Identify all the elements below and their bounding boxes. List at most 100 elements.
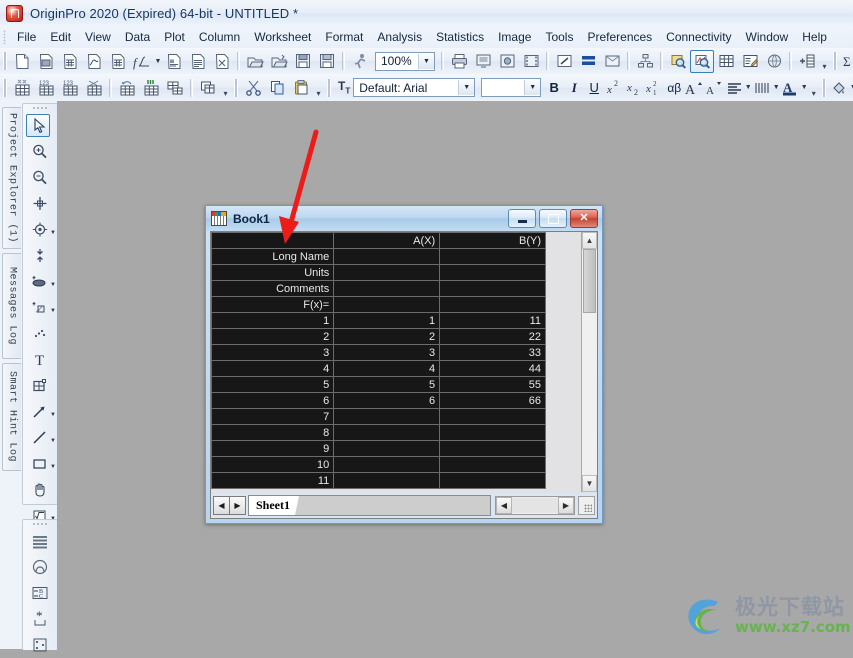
new-function-plot-icon[interactable]: f (130, 50, 154, 73)
edit-mode-icon[interactable] (552, 50, 576, 73)
column-header-a[interactable]: A(X) (333, 232, 441, 249)
rectangle-tool-caret-icon[interactable]: ▼ (50, 464, 56, 470)
menu-image[interactable]: Image (491, 28, 538, 46)
row-header-8[interactable]: 8 (211, 424, 335, 441)
line-tool-caret-icon[interactable]: ▼ (50, 438, 56, 444)
rectangle-tool-icon[interactable]: ▼ (23, 450, 57, 476)
toolbar-overflow-button[interactable]: ▾ (313, 77, 324, 99)
rectangle-region-icon[interactable] (23, 372, 57, 398)
toolbar-grip[interactable] (822, 78, 827, 97)
tools-toolbar-grip[interactable] (23, 104, 57, 112)
toolbar-overflow-button[interactable]: ▾ (819, 50, 830, 72)
menu-column[interactable]: Column (192, 28, 247, 46)
regional-data-selector-icon[interactable]: ▼ (23, 294, 57, 320)
new-function-plot-caret-icon[interactable]: ▼ (154, 51, 162, 72)
copy-icon[interactable] (265, 76, 289, 99)
font-size-combo[interactable]: ▼ (481, 78, 542, 97)
cell-b8[interactable] (439, 424, 546, 441)
next-sheet-button[interactable]: ▶ (229, 496, 246, 515)
normalize-icon[interactable]: 123 (34, 76, 58, 99)
zoom-out-tool-icon[interactable] (23, 164, 57, 190)
toolbar-grip[interactable] (234, 78, 238, 97)
paste-icon[interactable] (289, 76, 313, 99)
menu-window[interactable]: Window (739, 28, 796, 46)
menu-format[interactable]: Format (318, 28, 370, 46)
cell-units-b[interactable] (439, 264, 546, 281)
toolbar-grip[interactable] (327, 78, 331, 97)
cell-a8[interactable] (333, 424, 441, 441)
menu-help[interactable]: Help (795, 28, 834, 46)
font-size-dropdown-arrow-icon[interactable]: ▼ (524, 80, 541, 95)
print-icon[interactable] (447, 50, 471, 73)
cell-b3[interactable]: 33 (439, 344, 546, 361)
zoom-dropdown-arrow-icon[interactable]: ▼ (418, 53, 434, 69)
decrease-font-icon[interactable]: A (704, 78, 724, 98)
save-project-icon[interactable] (291, 50, 315, 73)
increase-font-icon[interactable]: A (684, 78, 704, 98)
toolbar-grip[interactable] (3, 78, 7, 97)
sidebar-tab-project-explorer[interactable]: Project Explorer (1) (2, 107, 21, 249)
line-width-caret-icon[interactable]: ▼ (772, 77, 780, 98)
cell-b1[interactable]: 11 (439, 312, 546, 329)
menu-analysis[interactable]: Analysis (370, 28, 429, 46)
world-map-icon[interactable] (762, 50, 786, 73)
cut-icon[interactable] (241, 76, 265, 99)
new-matrix-icon[interactable] (106, 50, 130, 73)
run-script-icon[interactable] (348, 50, 372, 73)
layer-contents-icon[interactable] (23, 528, 57, 554)
new-layout-icon[interactable] (162, 50, 186, 73)
sidebar-tab-messages-log[interactable]: Messages Log (2, 253, 21, 359)
menu-statistics[interactable]: Statistics (429, 28, 491, 46)
data-selector-icon[interactable] (23, 242, 57, 268)
3d-surface-icon[interactable] (23, 554, 57, 580)
grid-dots-icon[interactable] (23, 632, 57, 658)
cell-fx-a[interactable] (333, 296, 441, 313)
close-button[interactable]: ✕ (570, 209, 598, 228)
worksheet-grid[interactable]: A(X) B(Y) Long Name Units Comments F(x)=… (211, 232, 548, 492)
cell-b7[interactable] (439, 408, 546, 425)
underline-icon[interactable]: U (584, 78, 604, 98)
meta-row-label-long-name[interactable]: Long Name (211, 248, 335, 265)
cell-b6[interactable]: 66 (439, 392, 546, 409)
menu-preferences[interactable]: Preferences (580, 28, 659, 46)
merge-graph-icon[interactable] (600, 50, 624, 73)
cell-b9[interactable] (439, 440, 546, 457)
cell-longname-b[interactable] (439, 248, 546, 265)
cell-b10[interactable] (439, 456, 546, 473)
menu-view[interactable]: View (78, 28, 118, 46)
cell-a6[interactable]: 6 (333, 392, 441, 409)
add-new-column-icon[interactable] (795, 50, 819, 73)
regional-mask-icon[interactable]: ▼ (23, 268, 57, 294)
set-as-categorical-icon[interactable] (10, 76, 34, 99)
vertical-scroll-thumb[interactable] (583, 249, 596, 313)
scroll-left-arrow-icon[interactable]: ◀ (496, 497, 512, 514)
stack-columns-icon[interactable] (139, 76, 163, 99)
new-folder-icon[interactable] (34, 50, 58, 73)
fill-color-icon[interactable] (829, 78, 849, 98)
cell-b5[interactable]: 55 (439, 376, 546, 393)
font-dropdown-arrow-icon[interactable]: ▼ (458, 80, 475, 95)
menu-plot[interactable]: Plot (157, 28, 192, 46)
export-page-icon[interactable] (495, 50, 519, 73)
toolbar-overflow-button[interactable]: ▾ (808, 77, 819, 99)
italic-icon[interactable]: I (564, 78, 584, 98)
b-to-c-icon[interactable]: BC (23, 580, 57, 606)
cell-a9[interactable] (333, 440, 441, 457)
row-header-1[interactable]: 1 (211, 312, 335, 329)
align-icon[interactable] (724, 78, 744, 98)
remove-duplicates-icon[interactable] (82, 76, 106, 99)
horizontal-scroll-track[interactable] (512, 498, 558, 513)
cell-a7[interactable] (333, 408, 441, 425)
scroll-up-arrow-icon[interactable]: ▲ (582, 232, 597, 249)
fill-series-icon[interactable]: 123 (58, 76, 82, 99)
regional-mask-caret-icon[interactable]: ▼ (50, 282, 56, 288)
row-header-5[interactable]: 5 (211, 376, 335, 393)
toolbar-overflow-button[interactable]: ▾ (220, 77, 231, 99)
meta-row-label-fx[interactable]: F(x)= (211, 296, 335, 313)
font-color-caret-icon[interactable]: ▼ (800, 77, 808, 98)
layer-management-icon[interactable] (576, 50, 600, 73)
transpose-icon[interactable] (115, 76, 139, 99)
line-width-icon[interactable] (752, 78, 772, 98)
regional-data-selector-caret-icon[interactable]: ▼ (50, 308, 56, 314)
notes-window-icon[interactable] (738, 50, 762, 73)
